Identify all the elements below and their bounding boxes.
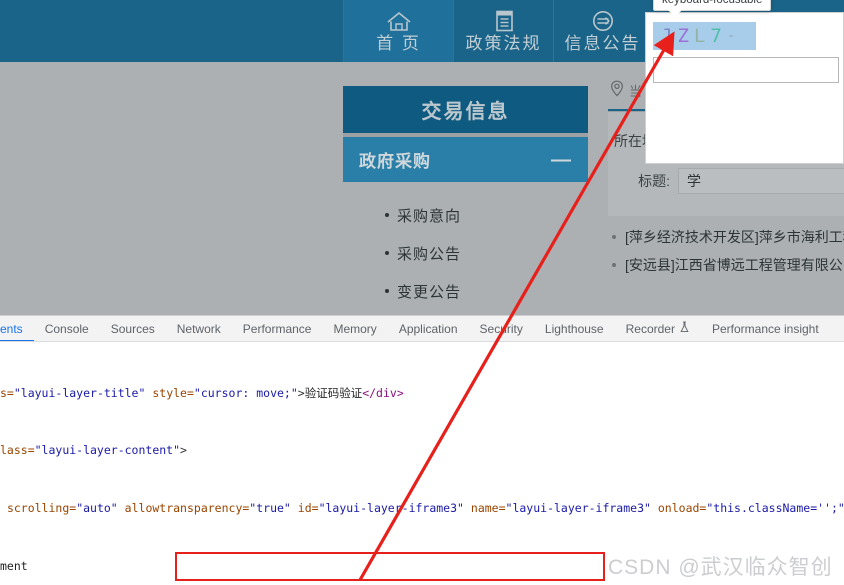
list-item[interactable]: [萍乡经济技术开发区]萍乡市海利工程: [608, 227, 844, 255]
tab-network-label: Network: [177, 322, 221, 336]
tab-lighthouse-label: Lighthouse: [545, 322, 604, 336]
nav-item-announcement-label: 信息公告: [565, 34, 641, 54]
gov-procurement-section-header[interactable]: 政府采购 —: [343, 137, 588, 182]
nav-item-policy[interactable]: 政策法规: [453, 0, 553, 62]
nav-item-policy-label: 政策法规: [466, 34, 542, 54]
tab-elements[interactable]: ents: [0, 316, 34, 342]
nav-item-home[interactable]: 首 页: [343, 0, 453, 62]
bullet-icon: [385, 213, 389, 217]
procurement-menu-list: 采购意向 采购公告 变更公告: [343, 182, 588, 310]
list-item-label: 变更公告: [397, 281, 461, 302]
tab-memory-label: Memory: [333, 322, 376, 336]
list-item-label: 采购意向: [397, 205, 461, 226]
title-label: 标题:: [608, 171, 670, 191]
search-results-list: [萍乡经济技术开发区]萍乡市海利工程 [安远县]江西省博远工程管理有限公司: [608, 227, 844, 283]
bullet-icon: [385, 251, 389, 255]
bullet-icon: [612, 235, 616, 239]
flask-icon: [679, 321, 690, 336]
list-item[interactable]: 采购公告: [343, 234, 588, 272]
devtools-tabbar: ents Console Sources Network Performance…: [0, 316, 844, 342]
captcha-image[interactable]: JZL7-: [653, 22, 756, 50]
tab-lighthouse[interactable]: Lighthouse: [534, 316, 615, 342]
tab-network[interactable]: Network: [166, 316, 232, 342]
captcha-dialog: JZL7- 确: [645, 12, 844, 164]
tab-recorder[interactable]: Recorder: [615, 316, 701, 342]
tab-sources-label: Sources: [111, 322, 155, 336]
current-location-label: 当: [629, 81, 642, 100]
bullet-icon: [385, 289, 389, 293]
tab-performance-insights[interactable]: Performance insight: [701, 316, 830, 342]
gov-procurement-label: 政府采购: [359, 147, 431, 172]
tab-memory[interactable]: Memory: [322, 316, 387, 342]
src-highlight-box: [175, 552, 605, 581]
tab-security[interactable]: Security: [469, 316, 534, 342]
list-item[interactable]: [安远县]江西省博远工程管理有限公司: [608, 255, 844, 283]
list-item[interactable]: 采购意向: [343, 196, 588, 234]
code-line[interactable]: s="layui-layer-title" style="cursor: mov…: [0, 384, 844, 403]
tab-performance[interactable]: Performance: [232, 316, 323, 342]
collapse-icon[interactable]: —: [551, 155, 572, 165]
trade-info-title: 交易信息: [343, 86, 588, 133]
title-input[interactable]: 学: [678, 168, 844, 194]
captcha-char-4: 7: [710, 25, 726, 47]
devtools-panel: ents Console Sources Network Performance…: [0, 315, 844, 585]
current-location-indicator: 当: [610, 80, 642, 100]
tab-console-label: Console: [45, 322, 89, 336]
bullet-icon: [612, 263, 616, 267]
tab-application[interactable]: Application: [388, 316, 469, 342]
announce-circle-icon: [590, 9, 616, 33]
captcha-char-3: L: [694, 25, 710, 47]
captcha-char-2: Z: [677, 25, 693, 47]
list-item-label: [安远县]江西省博远工程管理有限公司: [625, 255, 844, 275]
keyboard-focusable-tooltip: keyboard-focusable: [653, 0, 771, 11]
map-pin-icon: [610, 80, 624, 100]
screenshot-root: 首 页 政策法规: [0, 0, 844, 585]
trade-info-card: 交易信息 政府采购 — 采购意向 采购公告: [343, 86, 588, 310]
tab-console[interactable]: Console: [34, 316, 100, 342]
dom-tree-code[interactable]: s="layui-layer-title" style="cursor: mov…: [0, 342, 844, 585]
list-item-label: 采购公告: [397, 243, 461, 264]
list-item-label: [萍乡经济技术开发区]萍乡市海利工程: [625, 227, 844, 247]
title-row: 标题: 学: [608, 168, 844, 194]
code-line[interactable]: scrolling="auto" allowtransparency="true…: [0, 499, 844, 518]
captcha-char-1: J: [661, 25, 677, 47]
nav-item-home-label: 首 页: [376, 34, 421, 54]
captcha-input[interactable]: [653, 57, 839, 83]
tab-sources[interactable]: Sources: [100, 316, 166, 342]
tab-recorder-label: Recorder: [626, 322, 675, 336]
home-icon: [384, 9, 414, 33]
code-line[interactable]: lass="layui-layer-content">: [0, 441, 844, 460]
tab-application-label: Application: [399, 322, 458, 336]
captcha-char-5: -: [727, 28, 740, 44]
nav-item-announcement[interactable]: 信息公告: [553, 0, 651, 62]
list-item[interactable]: 变更公告: [343, 272, 588, 310]
tab-security-label: Security: [480, 322, 523, 336]
document-list-icon: [491, 9, 517, 33]
website-screenshot-area: 首 页 政策法规: [0, 0, 844, 315]
tab-performance-label: Performance: [243, 322, 312, 336]
tab-elements-label: ents: [0, 322, 23, 336]
tab-performance-insights-label: Performance insight: [712, 322, 819, 336]
